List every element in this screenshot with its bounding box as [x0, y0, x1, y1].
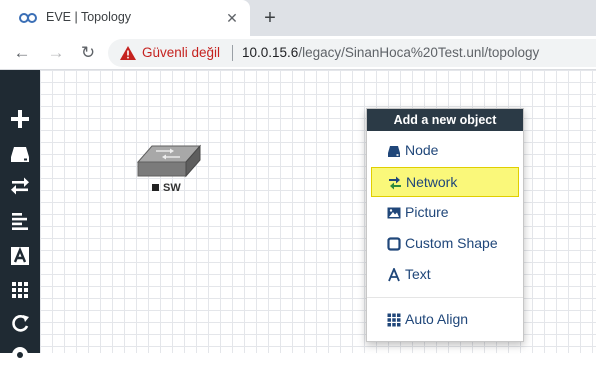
menu-divider	[367, 297, 523, 298]
topology-canvas[interactable]: SW Add a new object Node Network Picture	[40, 70, 596, 353]
menu-item-label: Text	[405, 266, 431, 282]
align-left-icon[interactable]	[6, 207, 34, 235]
grid-icon	[387, 313, 401, 327]
node-label: SW	[152, 182, 181, 194]
menu-item-label: Auto Align	[405, 311, 469, 327]
url-host: 10.0.15.6	[242, 45, 299, 60]
address-bar[interactable]: Güvenli değil 10.0.15.6/legacy/SinanHoca…	[108, 39, 596, 67]
menu-title: Add a new object	[367, 109, 523, 131]
add-object-menu: Add a new object Node Network Picture Cu…	[366, 108, 524, 342]
menu-item-node[interactable]: Node	[371, 136, 519, 166]
url-path: /legacy/SinanHoca%20Test.unl/topology	[298, 45, 540, 60]
menu-item-label: Node	[405, 142, 439, 158]
reload-icon[interactable]: ↻	[76, 41, 100, 65]
hard-drive-icon	[387, 144, 401, 158]
browser-tab[interactable]: EVE | Topology ✕	[0, 0, 250, 36]
text-a-icon	[387, 268, 401, 282]
tab-close-icon[interactable]: ✕	[222, 8, 242, 28]
browser-toolbar: ← → ↻ Güvenli değil 10.0.15.6/legacy/Sin…	[0, 36, 596, 70]
settings-icon[interactable]	[6, 341, 34, 369]
menu-item-label: Custom Shape	[405, 235, 498, 251]
back-icon[interactable]: ←	[10, 41, 34, 65]
menu-item-text[interactable]: Text	[371, 260, 519, 290]
grid-icon[interactable]	[6, 276, 34, 304]
url-text[interactable]: 10.0.15.6/legacy/SinanHoca%20Test.unl/to…	[242, 45, 539, 60]
menu-item-auto-align[interactable]: Auto Align	[371, 305, 519, 335]
forward-icon[interactable]: →	[44, 41, 68, 65]
security-status[interactable]: Güvenli değil	[142, 45, 220, 60]
menu-item-label: Picture	[405, 204, 449, 220]
tab-title: EVE | Topology	[46, 10, 132, 24]
new-tab-icon[interactable]: +	[258, 6, 282, 30]
plus-icon[interactable]	[6, 105, 34, 133]
menu-item-network[interactable]: Network	[371, 167, 519, 197]
menu-item-label: Network	[406, 174, 458, 190]
square-icon	[387, 237, 401, 251]
warning-icon[interactable]	[120, 46, 136, 60]
eve-sidebar	[0, 70, 40, 363]
topology-node[interactable]: SW	[136, 144, 202, 196]
tab-strip: EVE | Topology ✕ +	[0, 0, 596, 36]
picture-icon	[387, 206, 401, 220]
text-a-icon[interactable]	[6, 242, 34, 270]
menu-item-custom-shape[interactable]: Custom Shape	[371, 229, 519, 259]
exchange-icon[interactable]	[6, 172, 34, 200]
hard-drive-icon[interactable]	[6, 140, 34, 168]
address-divider	[232, 45, 233, 61]
refresh-icon[interactable]	[6, 309, 34, 337]
eve-favicon-icon	[18, 10, 38, 26]
exchange-icon	[388, 176, 402, 190]
menu-item-picture[interactable]: Picture	[371, 198, 519, 228]
